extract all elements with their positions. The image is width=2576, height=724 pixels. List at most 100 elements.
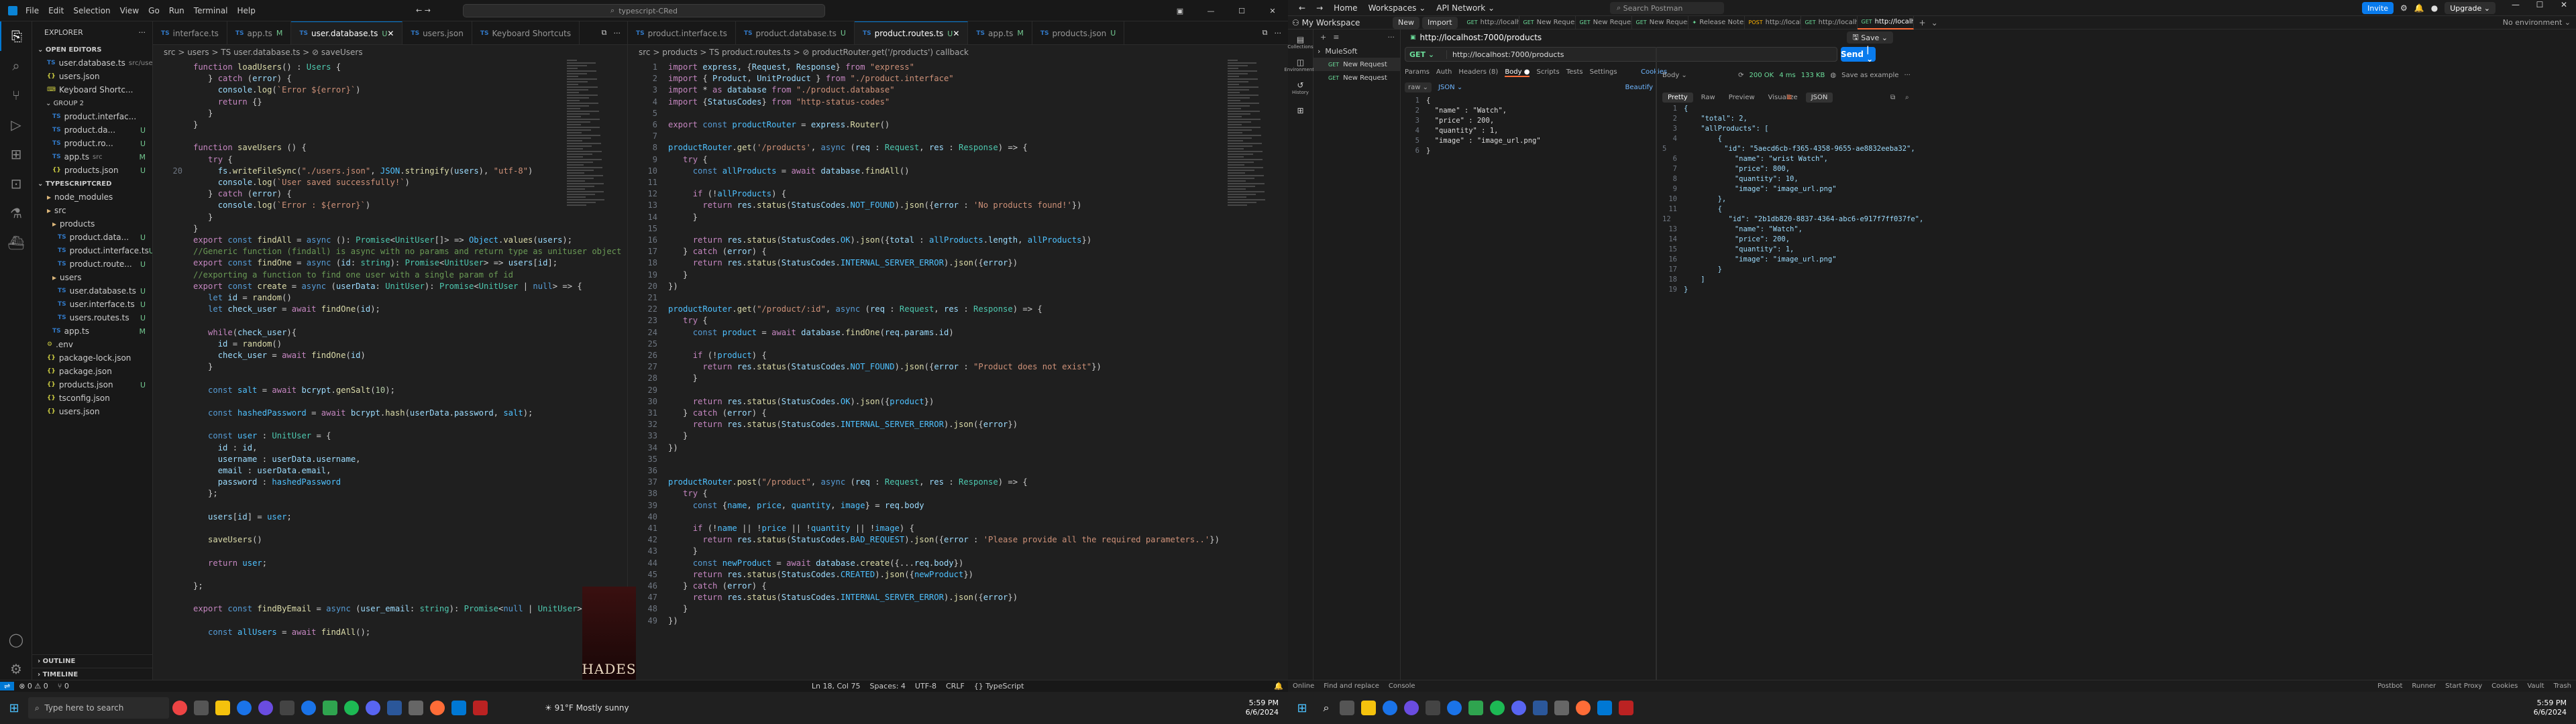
taskbar-search[interactable]: ⌕ Type here to search — [28, 697, 169, 719]
remote-icon[interactable]: ⊡ — [0, 169, 32, 198]
task-view-icon[interactable] — [1340, 701, 1354, 715]
filter-icon[interactable]: ≣ — [1786, 94, 1792, 101]
editor-tab[interactable]: TS user.database.ts U ✕ — [291, 21, 403, 44]
more-actions-icon[interactable]: ··· — [614, 29, 621, 38]
rail-collections[interactable]: ▤ Collections — [1287, 32, 1313, 52]
open-editors-section[interactable]: ⌄ OPEN EDITORS — [32, 43, 152, 56]
file-item[interactable]: TS app.ts src M — [32, 150, 152, 164]
request-tab[interactable]: GEThttp://localhost:7000/pr● — [1857, 15, 1914, 29]
postman-icon[interactable] — [430, 701, 445, 715]
req-tab[interactable]: Body ● — [1505, 68, 1530, 77]
status-item[interactable]: Postbot — [2377, 682, 2402, 690]
file-item[interactable]: {} products.json U — [32, 164, 152, 177]
menu-item-help[interactable]: Help — [237, 6, 256, 15]
status-item[interactable]: {} TypeScript — [974, 682, 1024, 690]
menu-item-edit[interactable]: Edit — [48, 6, 64, 15]
method-select[interactable]: GET ⌄ — [1405, 50, 1447, 59]
status-item[interactable]: Cookies — [2491, 682, 2518, 690]
source-control-icon[interactable]: ⑂ — [0, 80, 32, 110]
save-button[interactable]: 🖫 Save ⌄ — [1847, 32, 1893, 44]
run-debug-icon[interactable]: ▷ — [0, 110, 32, 139]
clock[interactable]: 5:59 PM 6/6/2024 — [1246, 699, 1279, 717]
beautify-link[interactable]: Beautify — [1625, 84, 1653, 91]
file-item[interactable]: TS product.ro... U — [32, 137, 152, 150]
file-explorer-icon[interactable] — [215, 701, 230, 715]
status-item[interactable]: Trash — [2554, 682, 2571, 690]
search-icon[interactable]: ⌕ — [1905, 94, 1909, 101]
windows-start-icon[interactable]: ⊞ — [0, 701, 28, 715]
more-actions-icon[interactable]: ··· — [1904, 72, 1911, 79]
spotify-icon[interactable] — [344, 701, 359, 715]
word-icon[interactable] — [387, 701, 402, 715]
avatar[interactable]: ● — [2431, 3, 2438, 13]
app-icon[interactable] — [1468, 701, 1483, 715]
explorer-icon[interactable]: ⎘ — [0, 21, 32, 51]
req-tab[interactable]: Scripts — [1536, 68, 1559, 77]
close-tab-icon[interactable]: ✕ — [953, 29, 959, 38]
minimize-icon[interactable]: — — [2504, 0, 2528, 9]
file-item[interactable]: {} package.json — [32, 365, 152, 378]
app-icon[interactable] — [172, 701, 187, 715]
notifications-bell-icon[interactable]: 🔔 — [2414, 3, 2424, 13]
split-editor-icon[interactable]: ⧉ — [602, 28, 607, 38]
back-icon[interactable]: ← — [1299, 3, 1305, 13]
windows-start-icon[interactable]: ⊞ — [1288, 701, 1316, 715]
status-item[interactable]: Start Proxy — [2445, 682, 2482, 690]
request-tab[interactable]: GETNew Request● — [1632, 15, 1688, 29]
timeline-section[interactable]: › TIMELINE — [32, 668, 152, 680]
app-icon[interactable] — [1404, 701, 1419, 715]
file-item[interactable]: TS product.interfac... — [32, 110, 152, 123]
breadcrumb[interactable]: src > users > TS user.database.ts > ⊘ sa… — [153, 45, 627, 60]
add-icon[interactable]: + — [1320, 33, 1326, 42]
request-tab[interactable]: ✦Release Notes● — [1688, 15, 1745, 29]
menu-item-file[interactable]: File — [25, 6, 39, 15]
file-item[interactable]: {} package-lock.json — [32, 351, 152, 365]
spotify-icon[interactable] — [1490, 701, 1505, 715]
settings-gear-icon[interactable] — [409, 701, 423, 715]
file-item[interactable]: ▸ node_modules — [32, 190, 152, 204]
new-button[interactable]: New — [1393, 16, 1419, 29]
file-item[interactable]: ▸ src — [32, 204, 152, 217]
request-tab[interactable]: GETNew Request● — [1576, 15, 1632, 29]
globe-icon[interactable]: ◍ — [1830, 72, 1836, 79]
close-tab-icon[interactable]: ✕ — [387, 29, 394, 38]
discord-icon[interactable] — [1511, 701, 1526, 715]
more-actions-icon[interactable]: ··· — [139, 28, 146, 37]
group2-label[interactable]: ⌄ GROUP 2 — [32, 97, 152, 110]
docker-icon[interactable]: ⛴ — [0, 228, 32, 257]
import-button[interactable]: Import — [1422, 16, 1458, 29]
body-mode-select[interactable]: raw ⌄ — [1405, 82, 1432, 93]
editor-tab[interactable]: TS users.json — [402, 21, 472, 44]
request-tab[interactable]: GEThttp://localhost:8000/m● — [1463, 15, 1519, 29]
file-item[interactable]: TS product.data... U — [32, 231, 152, 244]
discord-icon[interactable] — [366, 701, 380, 715]
file-item[interactable]: ⚙ .env — [32, 338, 152, 351]
chrome-icon[interactable] — [1447, 701, 1462, 715]
invite-button[interactable]: Invite — [2362, 2, 2394, 14]
editor-tab[interactable]: TS product.interface.ts — [628, 21, 736, 44]
chrome-icon[interactable] — [1383, 701, 1397, 715]
collection-request[interactable]: GET New Request — [1313, 71, 1400, 84]
req-tab[interactable]: Tests — [1566, 68, 1583, 77]
menu-item-view[interactable]: View — [120, 6, 139, 15]
layout-icon[interactable]: ▣ — [1165, 0, 1195, 21]
editor-tab[interactable]: TS app.ts M — [227, 21, 292, 44]
postman-icon[interactable] — [1576, 701, 1591, 715]
postman-search[interactable]: ⌕ Search Postman — [1610, 2, 1724, 14]
request-tab[interactable]: GETNew Request● — [1519, 15, 1576, 29]
account-icon[interactable]: ◯ — [0, 625, 32, 654]
app-icon[interactable] — [258, 701, 273, 715]
menu-item-terminal[interactable]: Terminal — [194, 6, 228, 15]
hades-game-overlay[interactable]: HADES — [582, 587, 636, 690]
nav-arrows-icon[interactable]: ← → — [416, 6, 431, 15]
file-item[interactable]: {} users.json — [32, 70, 152, 83]
nav-1[interactable]: Workspaces ⌄ — [1368, 3, 1426, 13]
editor-tab[interactable]: TS interface.ts — [153, 21, 227, 44]
url-input[interactable]: http://localhost:7000/products — [1447, 50, 1564, 59]
clock[interactable]: 5:59 PM 6/6/2024 — [2534, 699, 2567, 717]
word-icon[interactable] — [1533, 701, 1548, 715]
breadcrumb[interactable]: src > products > TS product.routes.ts > … — [628, 45, 1288, 60]
nav-2[interactable]: API Network ⌄ — [1436, 3, 1495, 13]
nav-0[interactable]: Home — [1334, 3, 1357, 13]
status-item[interactable]: Spaces: 4 — [869, 682, 905, 690]
